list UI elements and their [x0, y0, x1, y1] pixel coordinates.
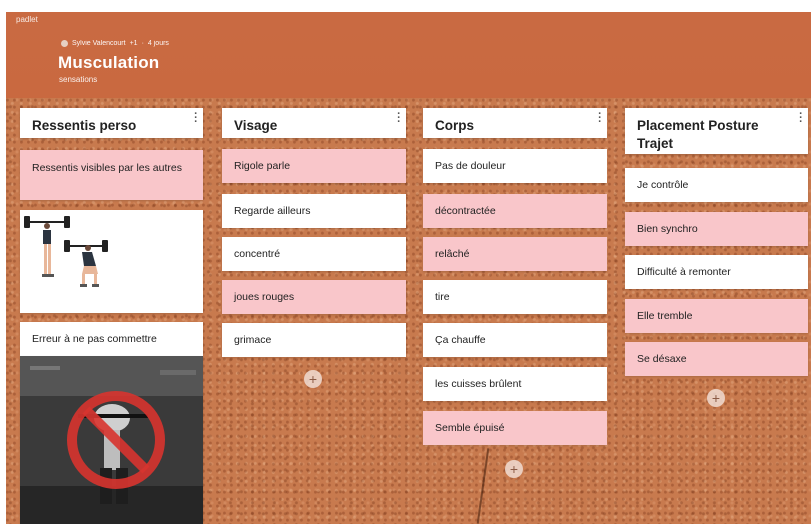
- avatar[interactable]: [61, 40, 68, 47]
- post-text: concentré: [234, 248, 281, 260]
- post-text: tire: [435, 291, 450, 303]
- author-row: Sylvie Valencourt +1 · 4 jours: [61, 40, 169, 47]
- post-text: Ressentis visibles par les autres: [32, 162, 182, 174]
- column-title: Visage: [234, 118, 278, 133]
- post-text: Rigole parle: [234, 160, 291, 172]
- post-image-forbidden-squat[interactable]: [20, 356, 203, 524]
- post-card[interactable]: Je contrôle: [625, 168, 808, 202]
- post-card[interactable]: Regarde ailleurs: [222, 194, 406, 228]
- post-text: Semble épuisé: [435, 422, 505, 434]
- post-text: grimace: [234, 334, 272, 346]
- post-card[interactable]: Erreur à ne pas commettre: [20, 322, 203, 356]
- column-header-visage[interactable]: Visage · · ·: [222, 108, 406, 138]
- column-title: Corps: [435, 118, 475, 133]
- post-card[interactable]: Difficulté à remonter: [625, 255, 808, 289]
- post-card[interactable]: tire: [423, 280, 607, 314]
- squat-illustration: [24, 216, 108, 287]
- post-text: Elle tremble: [637, 310, 693, 322]
- board-title: Musculation: [58, 53, 160, 72]
- post-card[interactable]: concentré: [222, 237, 406, 271]
- post-card[interactable]: Rigole parle: [222, 149, 406, 183]
- post-text: décontractée: [435, 205, 496, 217]
- post-text: Ça chauffe: [435, 334, 486, 346]
- post-card[interactable]: Ça chauffe: [423, 323, 607, 357]
- plus-icon: +: [509, 461, 519, 477]
- kebab-menu-icon[interactable]: · · ·: [597, 109, 603, 128]
- post-card[interactable]: Se désaxe: [625, 342, 808, 376]
- post-card[interactable]: relâché: [423, 237, 607, 271]
- post-text: Pas de douleur: [435, 160, 506, 172]
- post-card[interactable]: décontractée: [423, 194, 607, 228]
- board-header: padlet Sylvie Valencourt +1 · 4 jours Mu…: [6, 12, 811, 98]
- post-text: joues rouges: [234, 291, 295, 303]
- board-canvas: Ressentis perso · · · Ressentis visibles p…: [6, 98, 811, 524]
- post-text: Bien synchro: [637, 223, 698, 235]
- column-title: Ressentis perso: [32, 118, 137, 133]
- post-card[interactable]: Semble épuisé: [423, 411, 607, 445]
- meta-separator: ·: [141, 40, 144, 47]
- add-post-button[interactable]: +: [707, 389, 725, 407]
- last-updated: 4 jours: [147, 40, 169, 47]
- post-text: relâché: [435, 248, 470, 260]
- post-text: Se désaxe: [637, 353, 687, 365]
- post-text: Difficulté à remonter: [637, 266, 731, 278]
- background-crack: [476, 448, 490, 524]
- column-header-placement-posture-trajet[interactable]: Placement Posture Trajet · · ·: [625, 108, 808, 154]
- plus-icon: +: [711, 390, 721, 406]
- contributors-count: +1: [129, 40, 138, 47]
- post-card[interactable]: grimace: [222, 323, 406, 357]
- post-text: Erreur à ne pas commettre: [32, 333, 157, 345]
- board-subtitle: sensations: [59, 75, 98, 84]
- column-header-ressentis-perso[interactable]: Ressentis perso · · ·: [20, 108, 203, 138]
- post-card[interactable]: Bien synchro: [625, 212, 808, 246]
- plus-icon: +: [308, 371, 318, 387]
- column-header-corps[interactable]: Corps · · ·: [423, 108, 607, 138]
- post-text: Regarde ailleurs: [234, 205, 311, 217]
- post-card[interactable]: les cuisses brûlent: [423, 367, 607, 401]
- post-card[interactable]: joues rouges: [222, 280, 406, 314]
- kebab-menu-icon[interactable]: · · ·: [193, 109, 199, 128]
- kebab-menu-icon[interactable]: · · ·: [396, 109, 402, 128]
- column-title: Placement Posture Trajet: [637, 118, 759, 151]
- post-card[interactable]: Elle tremble: [625, 299, 808, 333]
- kebab-menu-icon[interactable]: · · ·: [798, 109, 804, 128]
- post-image-squat-illustration[interactable]: [20, 210, 203, 313]
- author-name[interactable]: Sylvie Valencourt: [72, 40, 126, 47]
- post-text: Je contrôle: [637, 179, 689, 191]
- post-text: les cuisses brûlent: [435, 378, 522, 390]
- app-name[interactable]: padlet: [16, 15, 38, 24]
- forbidden-squat-photo: [20, 356, 203, 524]
- post-card[interactable]: Ressentis visibles par les autres: [20, 150, 203, 200]
- post-card[interactable]: Pas de douleur: [423, 149, 607, 183]
- padlet-window: padlet Sylvie Valencourt +1 · 4 jours Mu…: [6, 12, 811, 524]
- add-post-button[interactable]: +: [505, 460, 523, 478]
- add-post-button[interactable]: +: [304, 370, 322, 388]
